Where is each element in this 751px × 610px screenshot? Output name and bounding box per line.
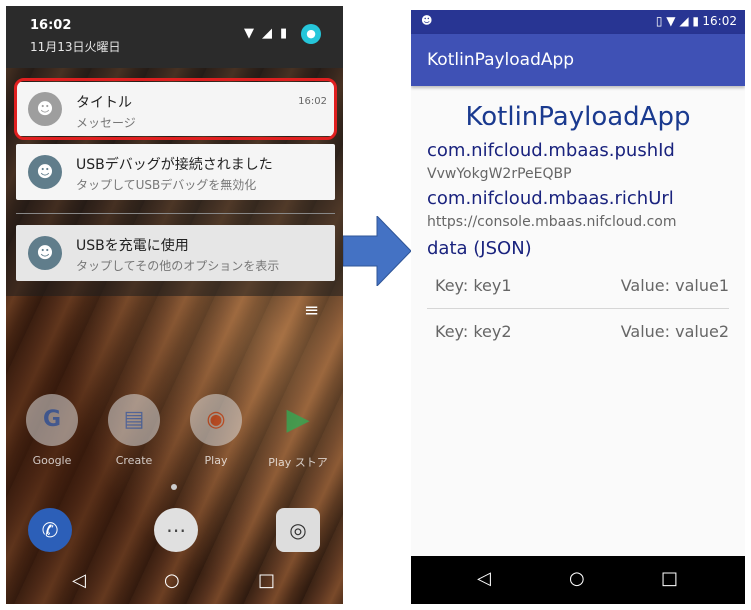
- divider: [427, 308, 729, 309]
- notification-usb-debug[interactable]: ☻ USBデバッグが接続されました タップしてUSBデバッグを無効化: [16, 144, 335, 200]
- app-label-play: Play: [204, 454, 228, 467]
- camera-icon[interactable]: ◎: [276, 508, 320, 552]
- app-label-play-store: Play ストア: [268, 456, 328, 469]
- push-id-value: VvwYokgW2rPeEQBP: [427, 166, 572, 182]
- status-time: 16:02: [702, 14, 737, 28]
- back-icon[interactable]: ◁: [72, 570, 86, 591]
- phone-icon[interactable]: ✆: [28, 508, 72, 552]
- android-icon: ☻: [421, 14, 433, 27]
- app-drawer-icon[interactable]: ⋯: [154, 508, 198, 552]
- quick-settings-header[interactable]: 16:02 11月13日火曜日 ▼ ◢ ▮ ●: [6, 6, 343, 68]
- notification-message: タップしてUSBデバッグを無効化: [76, 178, 257, 192]
- page-indicator: [171, 484, 177, 490]
- wifi-icon: ▼: [244, 26, 254, 41]
- highlight-frame: [14, 78, 337, 140]
- android-icon: ☻: [28, 155, 62, 189]
- clear-all-icon[interactable]: ≡: [304, 300, 319, 321]
- list-item[interactable]: Key: key1 Value: value1: [427, 264, 729, 308]
- clock: 16:02: [30, 18, 72, 33]
- rich-url-value: https://console.mbaas.nifcloud.com: [427, 214, 677, 230]
- data-json-label: data (JSON): [427, 238, 532, 259]
- back-icon[interactable]: ◁: [477, 568, 491, 589]
- app-bar: KotlinPayloadApp: [411, 34, 745, 86]
- push-id-key: com.nifcloud.mbaas.pushId: [427, 140, 675, 161]
- navigation-bar: ◁ ○ □: [411, 556, 745, 604]
- navigation-bar: ◁ ○ □: [6, 562, 343, 604]
- notification-usb-charge[interactable]: ☻ USBを充電に使用 タップしてその他のオプションを表示: [16, 225, 335, 281]
- row-key: Key: key1: [435, 276, 512, 295]
- notification-title: USBを充電に使用: [76, 238, 189, 254]
- play-store-icon[interactable]: ▶: [272, 394, 324, 446]
- row-value: Value: value1: [620, 276, 729, 295]
- date[interactable]: 11月13日火曜日: [30, 38, 121, 55]
- row-value: Value: value2: [620, 322, 729, 341]
- home-icon[interactable]: ○: [164, 570, 180, 591]
- divider: [16, 213, 335, 214]
- app-bar-title: KotlinPayloadApp: [427, 50, 575, 70]
- google-icon[interactable]: G: [26, 394, 78, 446]
- home-icon[interactable]: ○: [569, 568, 585, 589]
- play-music-icon[interactable]: ◉: [190, 394, 242, 446]
- list-item[interactable]: Key: key2 Value: value2: [427, 310, 729, 354]
- arrow-right-icon: [343, 216, 411, 286]
- rich-url-key: com.nifcloud.mbaas.richUrl: [427, 188, 674, 209]
- page-title: KotlinPayloadApp: [465, 102, 691, 132]
- android-icon: ☻: [28, 236, 62, 270]
- status-bar: ☻ ▯ ▼ ◢ ▮ 16:02: [411, 10, 745, 34]
- app-label-google: Google: [32, 454, 72, 467]
- left-phone-screenshot: 16:02 11月13日火曜日 ▼ ◢ ▮ ● ☻ タイトル メッセージ 16:…: [6, 6, 343, 604]
- recents-icon[interactable]: □: [661, 568, 678, 589]
- docs-icon[interactable]: ▤: [108, 394, 160, 446]
- signal-icon: ◢: [262, 26, 272, 41]
- notification-title: USBデバッグが接続されました: [76, 157, 273, 173]
- row-key: Key: key2: [435, 322, 512, 341]
- right-phone-screenshot: ☻ ▯ ▼ ◢ ▮ 16:02 KotlinPayloadApp KotlinP…: [411, 10, 745, 604]
- app-label-create: Create: [115, 454, 153, 467]
- notification-message: タップしてその他のオプションを表示: [76, 259, 280, 273]
- status-icons: ▯ ▼ ◢ ▮: [655, 14, 699, 28]
- recents-icon[interactable]: □: [258, 570, 275, 591]
- battery-icon: ▮: [280, 26, 288, 41]
- user-avatar-icon[interactable]: ●: [301, 24, 321, 44]
